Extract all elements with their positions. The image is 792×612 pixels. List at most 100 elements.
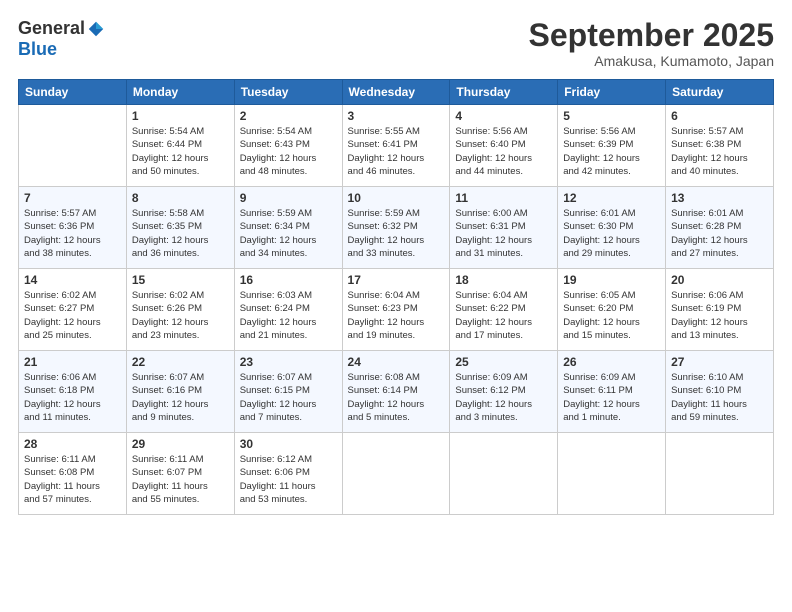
day-number: 9 <box>240 191 337 205</box>
calendar-cell: 1 Sunrise: 5:54 AM Sunset: 6:44 PM Daylig… <box>126 105 234 187</box>
calendar-week-3: 14 Sunrise: 6:02 AM Sunset: 6:27 PM Dayli… <box>19 269 774 351</box>
day-info: Sunrise: 6:06 AM Sunset: 6:19 PM Dayligh… <box>671 289 768 342</box>
day-info: Sunrise: 6:00 AM Sunset: 6:31 PM Dayligh… <box>455 207 552 260</box>
day-info: Sunrise: 5:57 AM Sunset: 6:38 PM Dayligh… <box>671 125 768 178</box>
calendar-cell: 9Sunrise: 5:59 AM Sunset: 6:34 PM Daylig… <box>234 187 342 269</box>
day-info: Sunrise: 6:02 AM Sunset: 6:26 PM Dayligh… <box>132 289 229 342</box>
col-saturday: Saturday <box>666 80 774 105</box>
calendar-cell: 20 Sunrise: 6:06 AM Sunset: 6:19 PM Dayli… <box>666 269 774 351</box>
day-info: Sunrise: 5:58 AM Sunset: 6:35 PM Dayligh… <box>132 207 229 260</box>
day-info: Sunrise: 5:56 AM Sunset: 6:39 PM Dayligh… <box>563 125 660 178</box>
day-number: 10 <box>348 191 445 205</box>
day-number: 29 <box>132 437 229 451</box>
calendar-cell: 27Sunrise: 6:10 AM Sunset: 6:10 PM Dayli… <box>666 351 774 433</box>
logo-general: General <box>18 18 85 39</box>
calendar-cell: 11 Sunrise: 6:00 AM Sunset: 6:31 PM Dayli… <box>450 187 558 269</box>
day-number: 15 <box>132 273 229 287</box>
logo: General Blue <box>18 18 105 60</box>
day-info: Sunrise: 6:06 AM Sunset: 6:18 PM Dayligh… <box>24 371 121 424</box>
calendar-cell: 26Sunrise: 6:09 AM Sunset: 6:11 PM Dayli… <box>558 351 666 433</box>
day-info: Sunrise: 6:05 AM Sunset: 6:20 PM Dayligh… <box>563 289 660 342</box>
calendar-cell <box>450 433 558 515</box>
day-info: Sunrise: 6:09 AM Sunset: 6:11 PM Dayligh… <box>563 371 660 424</box>
col-sunday: Sunday <box>19 80 127 105</box>
day-info: Sunrise: 6:07 AM Sunset: 6:16 PM Dayligh… <box>132 371 229 424</box>
day-info: Sunrise: 6:12 AM Sunset: 6:06 PM Dayligh… <box>240 453 337 506</box>
day-number: 6 <box>671 109 768 123</box>
calendar-cell: 22 Sunrise: 6:07 AM Sunset: 6:16 PM Dayli… <box>126 351 234 433</box>
calendar-table: Sunday Monday Tuesday Wednesday Thursday… <box>18 79 774 515</box>
location-subtitle: Amakusa, Kumamoto, Japan <box>529 53 774 69</box>
calendar-cell: 5 Sunrise: 5:56 AM Sunset: 6:39 PM Daylig… <box>558 105 666 187</box>
calendar-cell: 19Sunrise: 6:05 AM Sunset: 6:20 PM Dayli… <box>558 269 666 351</box>
day-number: 16 <box>240 273 337 287</box>
calendar-cell <box>19 105 127 187</box>
day-number: 12 <box>563 191 660 205</box>
calendar-cell: 16 Sunrise: 6:03 AM Sunset: 6:24 PM Dayli… <box>234 269 342 351</box>
day-number: 22 <box>132 355 229 369</box>
day-number: 17 <box>348 273 445 287</box>
title-block: September 2025 Amakusa, Kumamoto, Japan <box>529 18 774 69</box>
day-number: 13 <box>671 191 768 205</box>
day-info: Sunrise: 6:11 AM Sunset: 6:07 PM Dayligh… <box>132 453 229 506</box>
day-number: 4 <box>455 109 552 123</box>
page-header: General Blue September 2025 Amakusa, Kum… <box>18 18 774 69</box>
day-info: Sunrise: 6:01 AM Sunset: 6:30 PM Dayligh… <box>563 207 660 260</box>
day-number: 30 <box>240 437 337 451</box>
day-info: Sunrise: 6:03 AM Sunset: 6:24 PM Dayligh… <box>240 289 337 342</box>
month-title: September 2025 <box>529 18 774 53</box>
day-number: 23 <box>240 355 337 369</box>
calendar-cell: 4 Sunrise: 5:56 AM Sunset: 6:40 PM Daylig… <box>450 105 558 187</box>
day-number: 3 <box>348 109 445 123</box>
day-info: Sunrise: 6:04 AM Sunset: 6:22 PM Dayligh… <box>455 289 552 342</box>
day-info: Sunrise: 6:08 AM Sunset: 6:14 PM Dayligh… <box>348 371 445 424</box>
calendar-cell: 6 Sunrise: 5:57 AM Sunset: 6:38 PM Daylig… <box>666 105 774 187</box>
calendar-cell: 7Sunrise: 5:57 AM Sunset: 6:36 PM Daylig… <box>19 187 127 269</box>
calendar-cell: 12 Sunrise: 6:01 AM Sunset: 6:30 PM Dayli… <box>558 187 666 269</box>
col-tuesday: Tuesday <box>234 80 342 105</box>
calendar-cell: 8 Sunrise: 5:58 AM Sunset: 6:35 PM Daylig… <box>126 187 234 269</box>
calendar-cell: 21 Sunrise: 6:06 AM Sunset: 6:18 PM Dayli… <box>19 351 127 433</box>
day-info: Sunrise: 5:56 AM Sunset: 6:40 PM Dayligh… <box>455 125 552 178</box>
day-number: 21 <box>24 355 121 369</box>
day-number: 1 <box>132 109 229 123</box>
col-monday: Monday <box>126 80 234 105</box>
day-number: 14 <box>24 273 121 287</box>
calendar-cell: 29 Sunrise: 6:11 AM Sunset: 6:07 PM Dayli… <box>126 433 234 515</box>
day-info: Sunrise: 6:07 AM Sunset: 6:15 PM Dayligh… <box>240 371 337 424</box>
day-number: 2 <box>240 109 337 123</box>
calendar-header-row: Sunday Monday Tuesday Wednesday Thursday… <box>19 80 774 105</box>
day-number: 8 <box>132 191 229 205</box>
calendar-cell: 15 Sunrise: 6:02 AM Sunset: 6:26 PM Dayli… <box>126 269 234 351</box>
day-number: 25 <box>455 355 552 369</box>
calendar-cell: 25Sunrise: 6:09 AM Sunset: 6:12 PM Dayli… <box>450 351 558 433</box>
day-info: Sunrise: 6:01 AM Sunset: 6:28 PM Dayligh… <box>671 207 768 260</box>
calendar-cell: 17 Sunrise: 6:04 AM Sunset: 6:23 PM Dayli… <box>342 269 450 351</box>
day-info: Sunrise: 5:55 AM Sunset: 6:41 PM Dayligh… <box>348 125 445 178</box>
calendar-cell: 2 Sunrise: 5:54 AM Sunset: 6:43 PM Daylig… <box>234 105 342 187</box>
day-info: Sunrise: 5:54 AM Sunset: 6:44 PM Dayligh… <box>132 125 229 178</box>
calendar-cell: 13 Sunrise: 6:01 AM Sunset: 6:28 PM Dayli… <box>666 187 774 269</box>
day-info: Sunrise: 6:04 AM Sunset: 6:23 PM Dayligh… <box>348 289 445 342</box>
logo-icon <box>87 20 105 38</box>
col-friday: Friday <box>558 80 666 105</box>
calendar-cell: 24Sunrise: 6:08 AM Sunset: 6:14 PM Dayli… <box>342 351 450 433</box>
calendar-cell: 28Sunrise: 6:11 AM Sunset: 6:08 PM Dayli… <box>19 433 127 515</box>
page-container: General Blue September 2025 Amakusa, Kum… <box>0 0 792 612</box>
calendar-cell: 18Sunrise: 6:04 AM Sunset: 6:22 PM Dayli… <box>450 269 558 351</box>
calendar-cell: 10 Sunrise: 5:59 AM Sunset: 6:32 PM Dayli… <box>342 187 450 269</box>
day-number: 11 <box>455 191 552 205</box>
calendar-week-1: 1 Sunrise: 5:54 AM Sunset: 6:44 PM Daylig… <box>19 105 774 187</box>
col-thursday: Thursday <box>450 80 558 105</box>
day-number: 20 <box>671 273 768 287</box>
calendar-cell: 3 Sunrise: 5:55 AM Sunset: 6:41 PM Daylig… <box>342 105 450 187</box>
calendar-cell: 14 Sunrise: 6:02 AM Sunset: 6:27 PM Dayli… <box>19 269 127 351</box>
day-number: 7 <box>24 191 121 205</box>
day-info: Sunrise: 6:02 AM Sunset: 6:27 PM Dayligh… <box>24 289 121 342</box>
day-info: Sunrise: 5:59 AM Sunset: 6:32 PM Dayligh… <box>348 207 445 260</box>
day-info: Sunrise: 5:54 AM Sunset: 6:43 PM Dayligh… <box>240 125 337 178</box>
logo-blue: Blue <box>18 39 57 59</box>
day-number: 5 <box>563 109 660 123</box>
calendar-cell <box>666 433 774 515</box>
day-info: Sunrise: 6:10 AM Sunset: 6:10 PM Dayligh… <box>671 371 768 424</box>
